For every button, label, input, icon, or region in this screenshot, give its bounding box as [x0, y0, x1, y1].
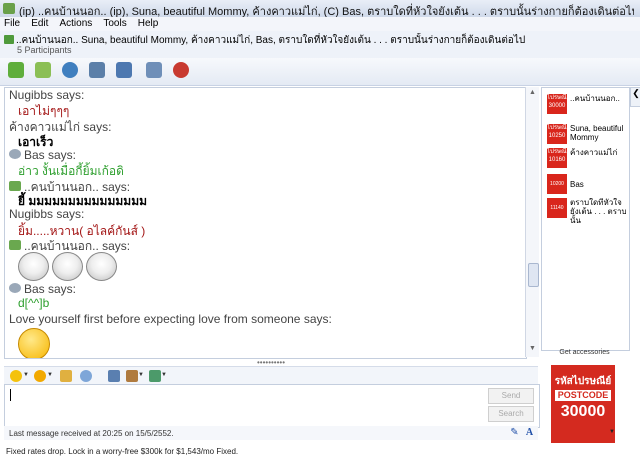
emoticons-icon[interactable]: [10, 370, 22, 382]
collapse-panel-button[interactable]: ❮: [630, 87, 640, 107]
ad-line-2: POSTCODE: [555, 390, 611, 401]
conversation-icon: [3, 3, 15, 14]
text-caret: [10, 389, 11, 401]
chat-scrollbar[interactable]: ▲ ▼: [525, 87, 539, 357]
dropdown-arrow-icon[interactable]: ▼: [138, 372, 144, 378]
participant-count: 5 Participants: [17, 45, 72, 55]
ad-banner[interactable]: Fixed rates drop. Lock in a worry-free $…: [0, 446, 640, 458]
picture-menu-arrow-icon[interactable]: ▼: [609, 429, 615, 435]
menu-edit[interactable]: Edit: [31, 17, 48, 31]
title-bar: (ip) ..คนบ้านนอก.. (ip), Suna, beautiful…: [0, 0, 640, 18]
message-text: d[^^]b: [18, 296, 50, 310]
bald-guy-emoticon-icon: [52, 252, 83, 281]
font-icon[interactable]: [108, 370, 120, 382]
participant-name: Bas: [570, 180, 584, 189]
participants-line: ..คนบ้านนอก.. Suna, beautiful Mommy, ค้า…: [4, 33, 634, 48]
participant-name: Suna, beautiful Mommy: [570, 124, 624, 142]
menu-bar: File Edit Actions Tools Help: [0, 17, 640, 31]
participant-avatar: ไปรษณีย์ 10250: [547, 124, 570, 144]
scroll-up-icon[interactable]: ▲: [529, 89, 536, 96]
bas-avatar-icon: [9, 283, 21, 293]
message-sender: ..คนบ้านนอก.. says:: [24, 239, 131, 253]
contact-emoticon-icon: [9, 181, 21, 191]
message-input[interactable]: Send Search: [4, 384, 540, 428]
last-message-status: Last message received at 20:25 on 15/5/2…: [9, 429, 174, 438]
message-sender: Nugibbs says:: [9, 88, 85, 102]
search-button[interactable]: Search: [488, 406, 534, 422]
ad-line-1: รหัสไปรษณีย์: [554, 376, 612, 387]
contact-icon: [4, 35, 14, 44]
scroll-thumb[interactable]: [528, 263, 539, 287]
winks-icon[interactable]: [34, 370, 46, 382]
ad-line-3: 30000: [560, 403, 606, 420]
dropdown-arrow-icon[interactable]: ▼: [23, 372, 29, 378]
participant-name: ค้างคาวแม่ไก่: [570, 148, 618, 157]
participant-panel: ไปรษณีย์ 30000 ..คนบ้านนอก.. ไปรษณีย์ 10…: [541, 87, 630, 351]
bald-guy-emoticon-icon: [18, 252, 49, 281]
message-sender: Love yourself first before expecting lov…: [9, 312, 332, 326]
pen-icon[interactable]: ✎: [509, 427, 520, 438]
send-files-icon[interactable]: [35, 62, 51, 78]
participant-avatar: ไปรษณีย์ 10160: [547, 148, 570, 168]
participant-avatar: ไปรษณีย์ 30000: [547, 94, 570, 114]
activities-icon[interactable]: [146, 62, 162, 78]
message-sender: Bas says:: [24, 148, 77, 162]
status-bar: Last message received at 20:25 on 15/5/2…: [4, 426, 538, 440]
display-picture-ad[interactable]: รหัสไปรษณีย์ POSTCODE 30000: [551, 365, 615, 443]
main-toolbar: [0, 58, 640, 86]
nudge-icon[interactable]: [60, 370, 72, 382]
participant-name: ..คนบ้านนอก..: [570, 94, 620, 103]
voice-clip-icon[interactable]: [80, 370, 92, 382]
handwriting-icon[interactable]: [126, 370, 138, 382]
call-icon[interactable]: [89, 62, 105, 78]
scroll-down-icon[interactable]: ▼: [529, 345, 536, 352]
ad-banner-text[interactable]: Fixed rates drop. Lock in a worry-free $…: [6, 447, 238, 456]
dropdown-arrow-icon[interactable]: ▼: [161, 372, 167, 378]
participant-avatar: 10200: [547, 174, 567, 194]
bas-avatar-icon: [9, 149, 21, 159]
participants-list[interactable]: ..คนบ้านนอก.. Suna, beautiful Mommy, ค้า…: [16, 35, 525, 46]
participants-header: ..คนบ้านนอก.. Suna, beautiful Mommy, ค้า…: [0, 31, 640, 59]
menu-tools[interactable]: Tools: [103, 17, 126, 31]
dropdown-arrow-icon[interactable]: ▼: [47, 372, 53, 378]
formatting-toolbar: ▼ ▼ ▼ ▼: [4, 366, 538, 385]
participant-avatar: 11140: [547, 198, 567, 218]
message-sender: Bas says:: [24, 282, 77, 296]
send-button[interactable]: Send: [488, 388, 534, 404]
background-icon[interactable]: [149, 370, 161, 382]
laughing-smiley-icon: [18, 328, 50, 358]
text-mode-icon[interactable]: A: [524, 427, 535, 438]
menu-actions[interactable]: Actions: [59, 17, 92, 31]
menu-help[interactable]: Help: [138, 17, 159, 31]
get-accessories-link[interactable]: Get accessories: [541, 349, 628, 356]
share-folders-icon[interactable]: [116, 62, 132, 78]
block-icon[interactable]: [173, 62, 189, 78]
webcam-icon[interactable]: [62, 62, 78, 78]
menu-file[interactable]: File: [4, 17, 20, 31]
message-sender: Nugibbs says:: [9, 207, 85, 221]
bald-guy-emoticon-icon: [86, 252, 117, 281]
participant-name: ตราบใดที่หัวใจยังเต้น . . . ตราบนั้น: [570, 198, 627, 225]
contact-emoticon-icon: [9, 240, 21, 250]
invite-contact-icon[interactable]: [8, 62, 24, 78]
conversation-history: Nugibbs says: เอาไม่ๆๆๆ ค้างคาวแม่ไก่ sa…: [4, 87, 527, 359]
